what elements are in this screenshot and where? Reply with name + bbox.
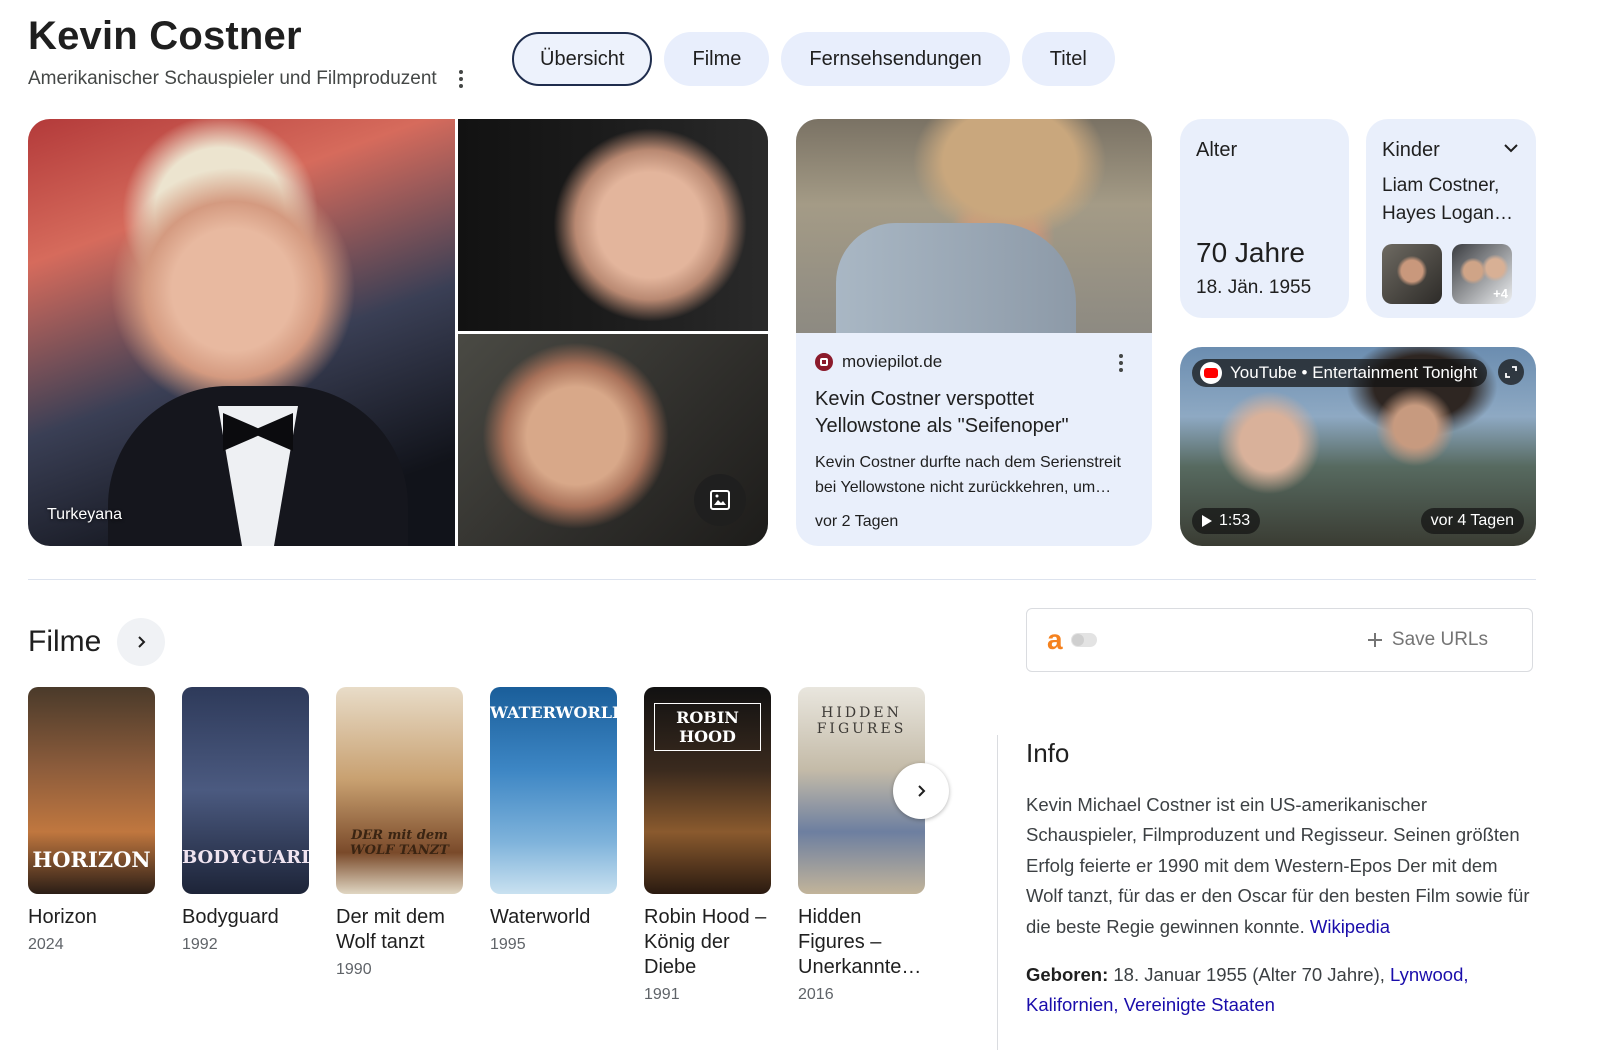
chevron-right-icon: [138, 636, 146, 648]
video-card[interactable]: YouTube • Entertainment Tonight 1:53 vor…: [1180, 347, 1536, 546]
birth-date: 18. Jän. 1955: [1196, 277, 1312, 298]
main-portrait-image[interactable]: Turkeyana: [28, 119, 455, 546]
section-divider: [28, 579, 1536, 580]
film-name: Der mit dem Wolf tanzt: [336, 906, 445, 953]
tab-tv-shows[interactable]: Fernsehsendungen: [781, 32, 1010, 86]
film-name: Hidden Figures – Unerkannte…: [798, 906, 922, 978]
video-age: vor 4 Tagen: [1420, 508, 1524, 534]
news-time: vor 2 Tagen: [815, 513, 899, 530]
moviepilot-logo-icon: [815, 353, 833, 371]
duration-text: 1:53: [1219, 512, 1251, 529]
film-poster: WATERWORLD: [490, 687, 617, 894]
born-label: Geboren:: [1026, 964, 1109, 985]
child-thumbnail[interactable]: [1382, 244, 1442, 304]
image-collage: Turkeyana: [28, 119, 768, 546]
chevron-right-icon: [918, 785, 926, 797]
film-name: Waterworld: [490, 906, 591, 928]
age-value: 70 Jahre: [1196, 237, 1305, 268]
born-text: 18. Januar 1955 (Alter 70 Jahre),: [1113, 964, 1385, 985]
age-label: Alter: [1196, 139, 1238, 161]
tab-bar: Übersicht Filme Fernsehsendungen Titel: [512, 32, 1115, 86]
save-urls-label: Save URLs: [1391, 629, 1488, 650]
info-title: Info: [1026, 738, 1070, 768]
wikipedia-link[interactable]: Wikipedia: [1310, 916, 1390, 937]
video-duration: 1:53: [1192, 508, 1261, 534]
film-name: Bodyguard: [182, 906, 279, 928]
news-source: moviepilot.de: [815, 352, 1133, 372]
film-poster: BODYGUARD: [182, 687, 309, 894]
youtube-icon: [1200, 362, 1222, 384]
film-year: 1995: [490, 936, 526, 953]
film-name: Horizon: [28, 906, 97, 928]
news-title[interactable]: Kevin Costner verspottet Yellowstone als…: [815, 386, 1133, 440]
films-title: Filme: [28, 625, 102, 658]
info-divider: [997, 735, 998, 1050]
plus-icon: [1367, 633, 1382, 647]
film-poster: ROBIN HOOD: [644, 687, 771, 894]
image-gallery-icon[interactable]: [694, 474, 746, 526]
subtitle-text: Amerikanischer Schauspieler und Filmprod…: [28, 68, 437, 89]
news-card[interactable]: moviepilot.de Kevin Costner verspottet Y…: [796, 119, 1152, 546]
poster-title: HIDDEN FIGURES: [816, 705, 907, 737]
save-urls-button[interactable]: Save URLs: [1366, 629, 1488, 651]
film-year: 1991: [644, 986, 680, 1003]
poster-title: BODYGUARD: [182, 847, 309, 868]
film-poster: DER mit dem WOLF TANZT: [336, 687, 463, 894]
subtitle: Amerikanischer Schauspieler und Filmprod…: [28, 68, 471, 90]
news-image: [796, 119, 1152, 333]
info-description: Kevin Michael Costner ist ein US-amerika…: [1026, 790, 1536, 942]
children-card[interactable]: Kinder Liam Costner, Hayes Logan… +4: [1366, 119, 1536, 318]
portrait-image-3[interactable]: [458, 334, 768, 546]
film-item[interactable]: BODYGUARD Bodyguard 1992: [182, 687, 309, 1004]
poster-title: ROBIN HOOD: [654, 703, 761, 751]
amazon-logo-icon: a: [1047, 624, 1063, 655]
film-year: 2016: [798, 986, 834, 1003]
children-names: Liam Costner, Hayes Logan…: [1382, 175, 1513, 224]
films-more-button[interactable]: [117, 618, 166, 666]
chevron-down-icon[interactable]: [1502, 139, 1520, 162]
films-next-button[interactable]: [893, 763, 949, 819]
born-fact: Geboren: 18. Januar 1955 (Alter 70 Jahre…: [1026, 960, 1536, 1021]
films-header: Filme: [28, 618, 166, 666]
film-year: 1990: [336, 961, 372, 978]
film-item[interactable]: ROBIN HOOD Robin Hood – König der Diebe …: [644, 687, 771, 1004]
film-name: Robin Hood – König der Diebe: [644, 906, 767, 978]
expand-icon[interactable]: [1498, 359, 1524, 385]
tab-films[interactable]: Filme: [664, 32, 770, 86]
more-count: +4: [1493, 286, 1508, 301]
save-urls-widget: a Save URLs: [1026, 608, 1533, 672]
info-text: Kevin Michael Costner ist ein US-amerika…: [1026, 794, 1530, 937]
film-year: 2024: [28, 936, 64, 953]
tab-titles[interactable]: Titel: [1021, 32, 1115, 86]
films-carousel: HORIZON Horizon 2024 BODYGUARD Bodyguard…: [28, 687, 925, 1004]
children-label: Kinder: [1382, 139, 1440, 161]
page-title: Kevin Costner: [28, 14, 302, 58]
child-thumbnail-more[interactable]: +4: [1452, 244, 1512, 304]
play-icon: [1202, 515, 1212, 527]
extension-toggle[interactable]: [1070, 633, 1097, 647]
news-snippet: Kevin Costner durfte nach dem Serienstre…: [815, 454, 1121, 496]
film-item[interactable]: HIDDEN FIGURES Hidden Figures – Unerkann…: [798, 687, 925, 1004]
poster-title: HORIZON: [32, 847, 151, 872]
film-poster: HORIZON: [28, 687, 155, 894]
video-source-badge: YouTube • Entertainment Tonight: [1192, 359, 1488, 387]
age-card[interactable]: Alter 70 Jahre 18. Jän. 1955: [1180, 119, 1349, 318]
image-caption: Turkeyana: [47, 506, 122, 523]
poster-title: DER mit dem WOLF TANZT: [350, 828, 449, 858]
tab-overview[interactable]: Übersicht: [512, 32, 653, 86]
portrait-image-2[interactable]: [458, 119, 768, 331]
news-source-name: moviepilot.de: [842, 352, 943, 371]
video-source-text: YouTube • Entertainment Tonight: [1230, 363, 1478, 382]
film-item[interactable]: WATERWORLD Waterworld 1995: [490, 687, 617, 1004]
poster-title: WATERWORLD: [490, 703, 617, 722]
film-item[interactable]: HORIZON Horizon 2024: [28, 687, 155, 1004]
news-more-icon[interactable]: [1111, 352, 1131, 374]
more-options-icon[interactable]: [451, 68, 471, 90]
film-year: 1992: [182, 936, 218, 953]
film-item[interactable]: DER mit dem WOLF TANZT Der mit dem Wolf …: [336, 687, 463, 1004]
